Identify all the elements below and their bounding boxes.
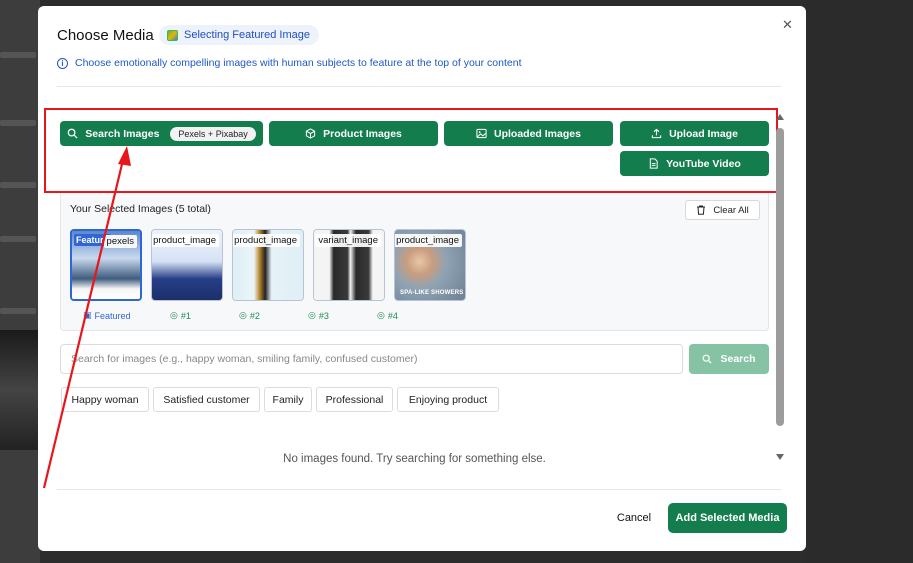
clear-all-label: Clear All bbox=[713, 204, 749, 216]
source-tag: product_image bbox=[395, 234, 462, 247]
background-page bbox=[0, 0, 40, 563]
scrollbar[interactable] bbox=[776, 114, 784, 468]
tab-label: Upload Image bbox=[669, 127, 738, 140]
tab-upload-image[interactable]: Upload Image bbox=[620, 121, 769, 146]
background-line bbox=[0, 308, 36, 314]
clear-all-button[interactable]: Clear All bbox=[685, 200, 760, 220]
suggestion-chip[interactable]: Enjoying product bbox=[397, 387, 499, 412]
image-icon: ▣ bbox=[83, 310, 92, 320]
tab-youtube-video[interactable]: YouTube Video bbox=[620, 151, 769, 176]
suggestion-chip[interactable]: Professional bbox=[316, 387, 393, 412]
selected-thumb[interactable]: Feature pexels bbox=[70, 229, 142, 301]
file-icon bbox=[649, 158, 658, 169]
thumb-caption: ◎ #4 bbox=[377, 310, 398, 321]
suggestion-chip[interactable]: Happy woman bbox=[61, 387, 149, 412]
close-icon[interactable]: ✕ bbox=[782, 17, 793, 33]
thumb-caption: ◎ #1 bbox=[170, 310, 191, 321]
selected-thumb[interactable]: product_image bbox=[151, 229, 223, 301]
background-line bbox=[0, 182, 36, 188]
search-input[interactable] bbox=[60, 344, 683, 374]
tab-label: Product Images bbox=[323, 127, 402, 140]
modal-title: Choose Media bbox=[57, 27, 154, 44]
selected-thumb[interactable]: product_image SPA-LIKE SHOWERS bbox=[394, 229, 466, 301]
tab-uploaded-images[interactable]: Uploaded Images bbox=[444, 121, 613, 146]
divider bbox=[57, 86, 781, 87]
background-photo bbox=[0, 330, 38, 450]
camera-icon: ◎ bbox=[377, 310, 385, 320]
source-pill: Pexels + Pixabay bbox=[170, 126, 256, 141]
caption-label: #3 bbox=[318, 310, 329, 321]
selected-title: Your Selected Images (5 total) bbox=[70, 203, 211, 215]
camera-icon: ◎ bbox=[308, 310, 316, 320]
image-icon bbox=[476, 128, 487, 139]
search-button[interactable]: Search bbox=[689, 344, 769, 374]
source-tag: product_image bbox=[152, 234, 219, 247]
add-selected-media-button[interactable]: Add Selected Media bbox=[668, 503, 787, 533]
caption-label: #4 bbox=[387, 310, 398, 321]
hint-text: i Choose emotionally compelling images w… bbox=[57, 57, 522, 69]
tab-label: Search Images bbox=[85, 127, 160, 140]
thumb-caption: ◎ #2 bbox=[239, 310, 260, 321]
background-line bbox=[0, 120, 36, 126]
thumb-caption: ▣ Featured bbox=[83, 310, 131, 321]
tab-label: YouTube Video bbox=[666, 157, 741, 170]
cancel-button[interactable]: Cancel bbox=[608, 506, 660, 530]
background-right bbox=[806, 0, 913, 563]
scroll-down-arrow-icon[interactable] bbox=[776, 454, 784, 460]
selected-images-panel: Your Selected Images (5 total) Clear All… bbox=[60, 193, 769, 331]
suggestion-chip[interactable]: Satisfied customer bbox=[153, 387, 260, 412]
source-tag: pexels bbox=[103, 235, 137, 248]
selected-thumb[interactable]: variant_image bbox=[313, 229, 385, 301]
search-icon bbox=[67, 128, 78, 139]
caption-label: #1 bbox=[180, 310, 191, 321]
cube-icon bbox=[305, 128, 316, 139]
hint-label: Choose emotionally compelling images wit… bbox=[75, 57, 522, 69]
tab-search-images[interactable]: Search Images Pexels + Pixabay bbox=[60, 121, 263, 146]
camera-icon: ◎ bbox=[239, 310, 247, 320]
trash-icon bbox=[697, 205, 706, 215]
thumb-caption: ◎ #3 bbox=[308, 310, 329, 321]
camera-icon: ◎ bbox=[170, 310, 178, 320]
caption-label: #2 bbox=[249, 310, 260, 321]
selected-thumb[interactable]: product_image bbox=[232, 229, 304, 301]
scrollbar-thumb[interactable] bbox=[776, 128, 784, 426]
caption-label: Featured bbox=[94, 310, 131, 321]
tab-product-images[interactable]: Product Images bbox=[269, 121, 438, 146]
divider bbox=[57, 489, 781, 490]
search-icon bbox=[703, 354, 713, 364]
background-line bbox=[0, 52, 36, 58]
search-button-label: Search bbox=[720, 353, 756, 365]
source-tag: variant_image bbox=[315, 234, 381, 247]
scroll-up-arrow-icon[interactable] bbox=[776, 114, 784, 120]
upload-icon bbox=[651, 128, 662, 139]
source-tag: product_image bbox=[233, 234, 300, 247]
suggestion-chip[interactable]: Family bbox=[264, 387, 312, 412]
image-icon bbox=[167, 29, 178, 41]
choose-media-modal: Choose Media Selecting Featured Image ✕ … bbox=[38, 6, 806, 551]
tab-label: Uploaded Images bbox=[494, 127, 581, 140]
selecting-badge: Selecting Featured Image bbox=[159, 25, 319, 45]
info-icon: i bbox=[57, 57, 68, 69]
empty-results-message: No images found. Try searching for somet… bbox=[283, 453, 546, 465]
thumb-overlay-text: SPA-LIKE SHOWERS bbox=[400, 290, 464, 296]
badge-label: Selecting Featured Image bbox=[184, 29, 310, 41]
background-line bbox=[0, 236, 36, 242]
